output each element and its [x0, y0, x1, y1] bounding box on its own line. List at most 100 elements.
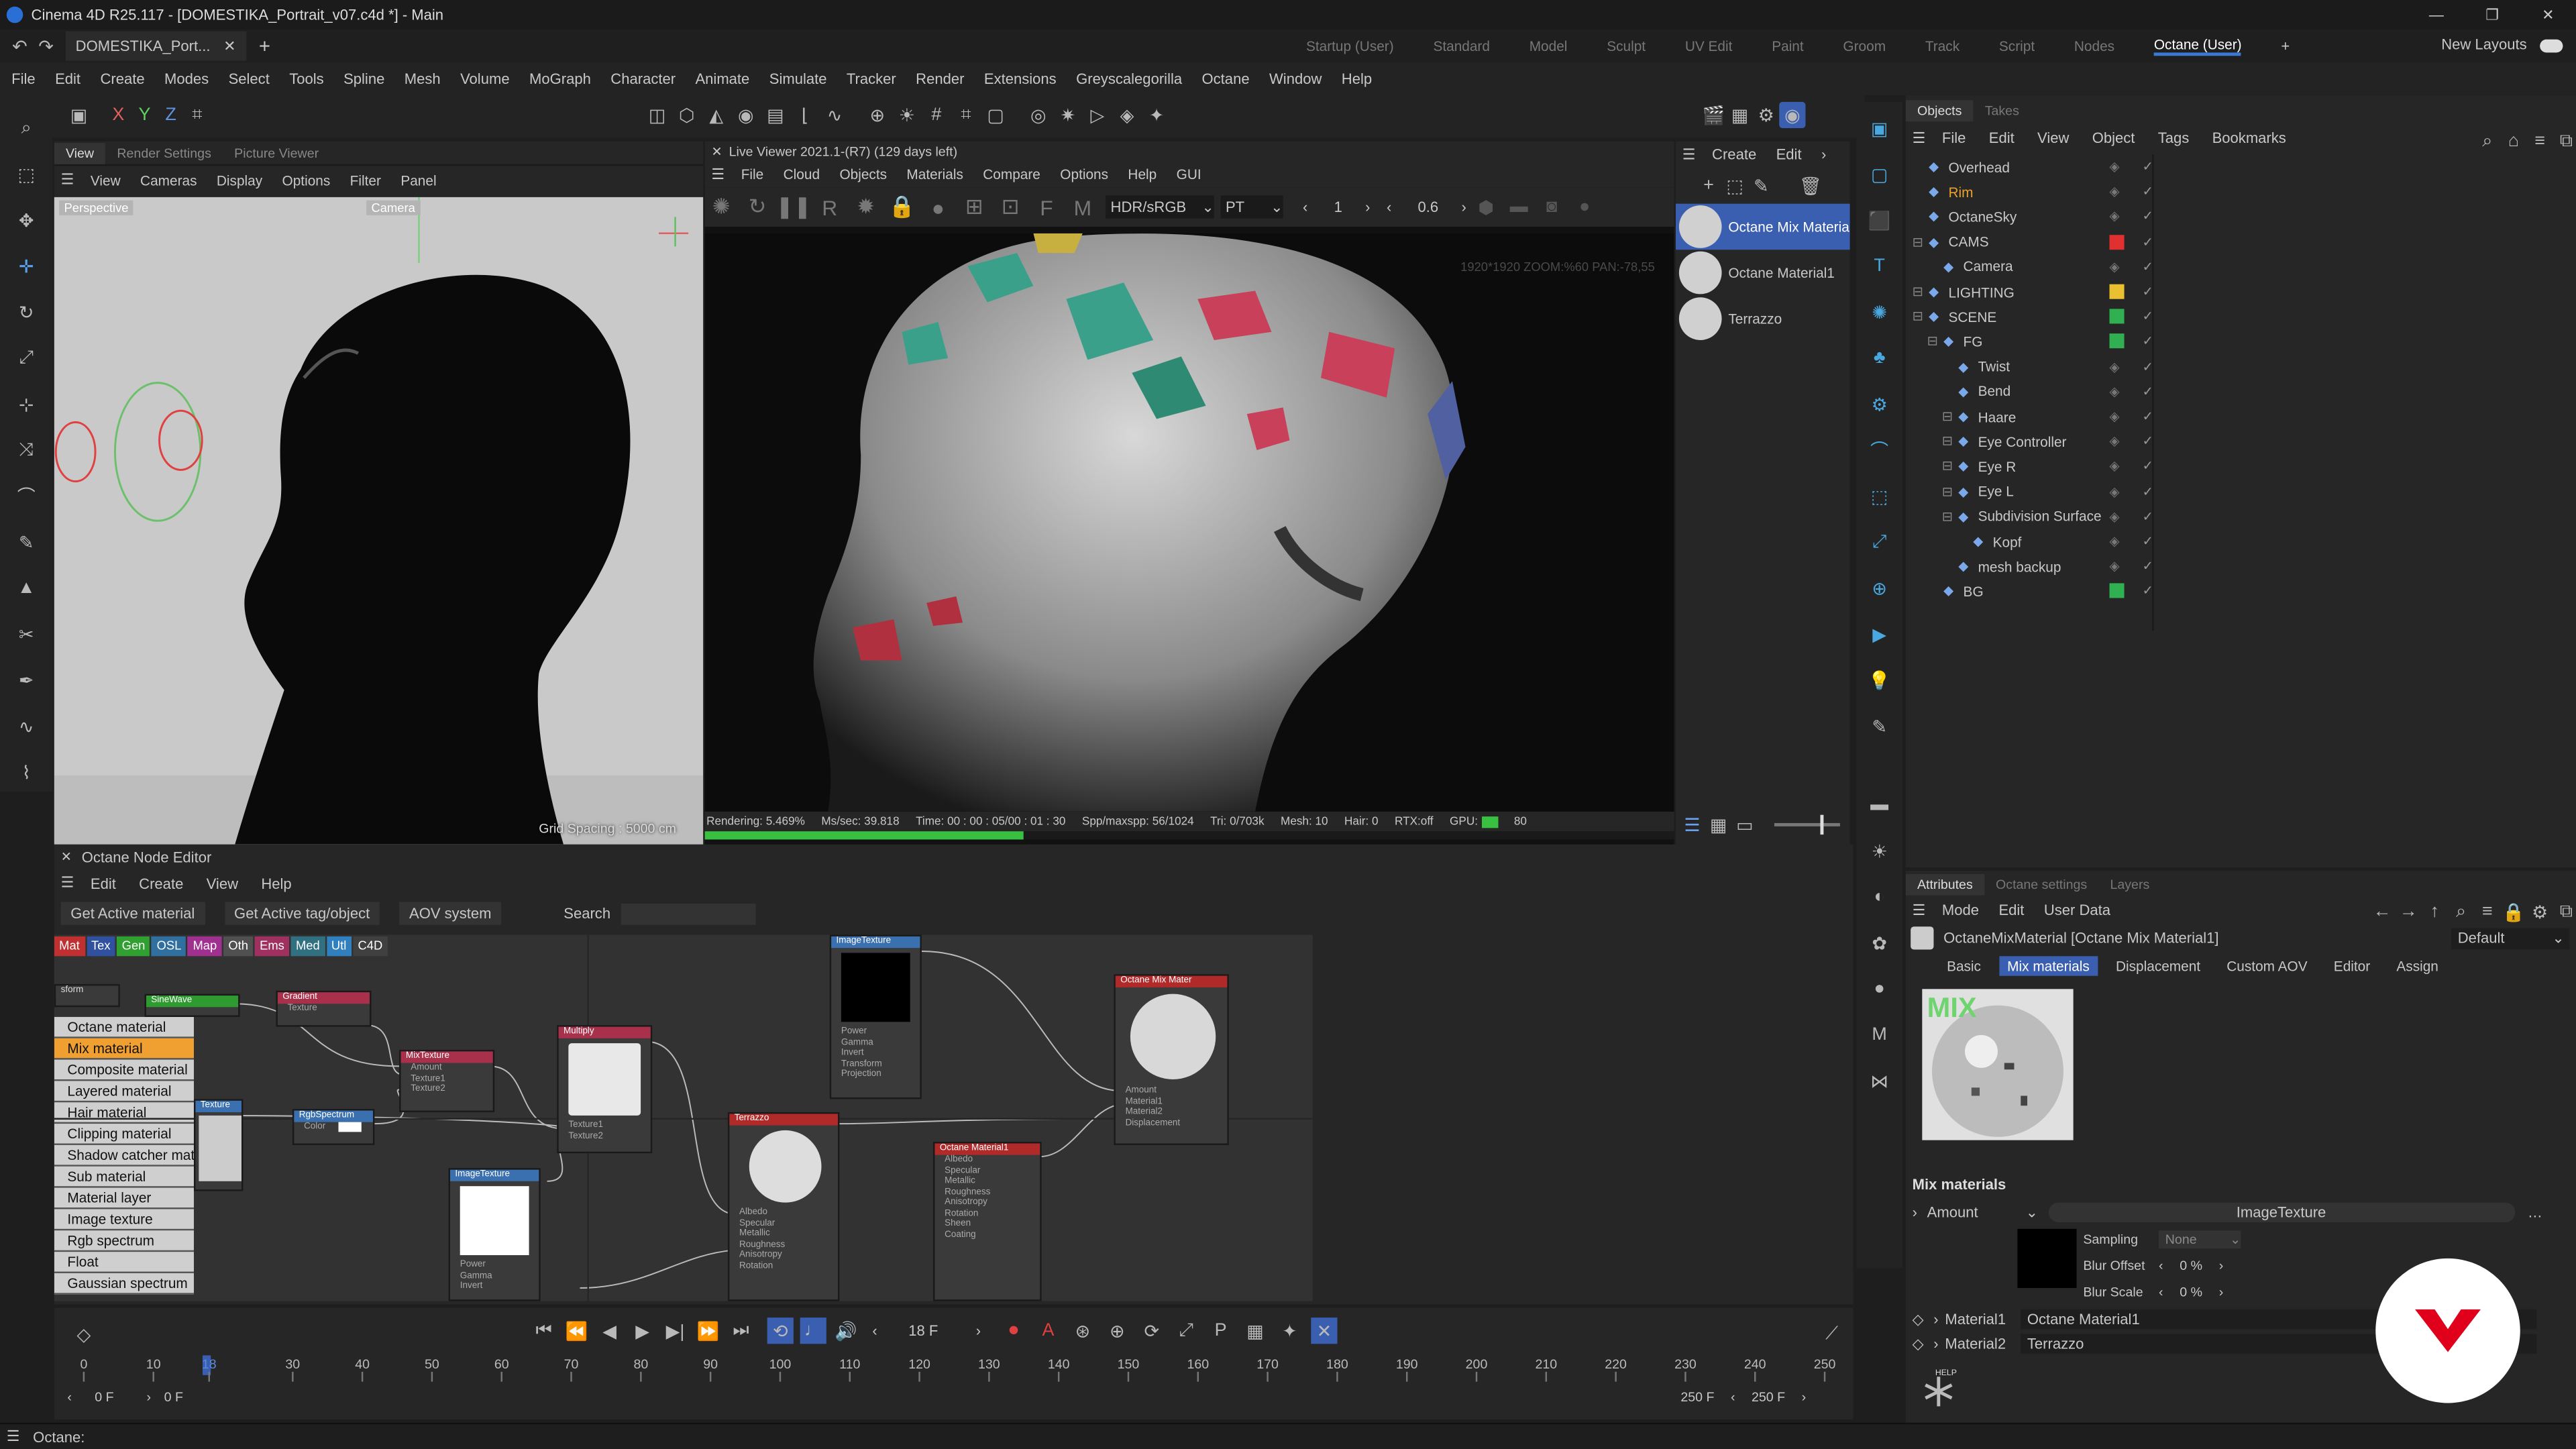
expand-icon[interactable]: ›	[1933, 1336, 1938, 1352]
render-region-icon[interactable]: ◫	[644, 102, 670, 128]
document-tab[interactable]: DOMESTIKA_Port... ✕	[65, 31, 246, 61]
material-item[interactable]: Terrazzo	[1676, 296, 1850, 342]
knife-icon[interactable]: ✂	[13, 621, 40, 647]
objects-menu-item[interactable]: Tags	[2158, 129, 2190, 146]
object-row[interactable]: ◆ Camera ◈ ✓	[1906, 254, 2576, 279]
grid2-icon[interactable]: ⌗	[953, 102, 979, 128]
lasso-icon[interactable]: ⌒	[13, 483, 40, 509]
menu-item[interactable]: Simulate	[769, 70, 827, 87]
workplane-icon[interactable]: ▢	[983, 102, 1009, 128]
node-imagetexture-1[interactable]: ImageTexture Power Gamma Invert Transform Pro…	[829, 934, 922, 1099]
minimize-icon[interactable]: —	[2408, 7, 2464, 23]
add-region-icon[interactable]: ⊞	[961, 194, 987, 220]
visibility-icon[interactable]: ◈	[2110, 160, 2120, 174]
material-item[interactable]: Octane Mix Materia	[1675, 203, 1850, 250]
node-editor-button[interactable]: Get Active tag/object	[224, 902, 380, 925]
live-viewer-menu-item[interactable]: Cloud	[784, 166, 820, 182]
new-window-icon[interactable]: ⧉	[2553, 899, 2576, 925]
panel-icon[interactable]: ▣	[1866, 115, 1892, 141]
sound-icon[interactable]: 🔊	[833, 1318, 859, 1344]
node-octane-material1[interactable]: Octane Material1 Albedo Specular Metallic Ro…	[933, 1142, 1042, 1301]
maximize-icon[interactable]: ❐	[2464, 6, 2520, 24]
blur-offset-field[interactable]: 0 %	[2163, 1258, 2219, 1273]
increment-icon[interactable]: ›	[2219, 1258, 2224, 1273]
thumbnail-size-slider[interactable]	[1774, 814, 1840, 835]
hamburger-icon[interactable]: ☰	[61, 171, 74, 189]
live-viewer-close-icon[interactable]: ✕	[711, 144, 722, 158]
delete-icon[interactable]: 🗑	[1797, 172, 1823, 199]
sphere-icon[interactable]: ◉	[733, 102, 759, 128]
material-icon[interactable]: M	[1069, 194, 1095, 220]
object-row[interactable]: ◆ Bend ◈ ✓	[1906, 379, 2576, 404]
node-editor-menu-item[interactable]: Help	[261, 875, 291, 891]
object-row[interactable]: ◆ mesh backup ◈ ✓	[1906, 554, 2576, 579]
menu-item[interactable]: Volume	[460, 70, 510, 87]
coord-system-icon[interactable]: ⌗	[184, 102, 210, 128]
frame-icon[interactable]: ⬚	[1866, 483, 1892, 509]
layer-color-badge[interactable]	[2109, 584, 2125, 599]
new-tab-icon[interactable]: +	[259, 34, 270, 57]
expand-icon[interactable]: ⊟	[1942, 434, 1958, 449]
scale-key-icon[interactable]: ⤢	[1173, 1318, 1199, 1344]
live-viewer-menu-item[interactable]: Options	[1060, 166, 1108, 182]
menu-item[interactable]: Edit	[55, 70, 80, 87]
node-editor-menu-item[interactable]: View	[207, 875, 238, 891]
menu-item[interactable]: Create	[100, 70, 144, 87]
object-row[interactable]: ⊟◆CAMS◈✓	[1906, 229, 2576, 254]
visibility-icon[interactable]: ◈	[2110, 484, 2120, 498]
x-axis-icon[interactable]: X	[105, 102, 131, 128]
large-view-icon[interactable]: ▭	[1731, 812, 1758, 838]
search-icon[interactable]: ⌕	[2448, 899, 2474, 925]
region-icon[interactable]: R	[816, 194, 843, 220]
object-row[interactable]: ◆ OctaneSky ◈ ✓	[1906, 205, 2576, 229]
layout-tab[interactable]: Groom	[1843, 38, 1886, 54]
light-bulb-icon[interactable]: 💡	[1866, 667, 1892, 693]
objects-menu-item[interactable]: File	[1942, 129, 1966, 146]
menu-item[interactable]: Render	[916, 70, 964, 87]
object-row[interactable]: ◆BG◈✓	[1906, 579, 2576, 604]
rotate-icon[interactable]: ↻	[13, 299, 40, 325]
scale-icon[interactable]: ⤢	[13, 345, 40, 371]
chevron-down-icon[interactable]: ⌄	[2026, 1203, 2038, 1222]
menu-item[interactable]: Character	[610, 70, 676, 87]
viewport-menu-item[interactable]: Cameras	[140, 172, 197, 188]
viewport-tab[interactable]: Picture Viewer	[223, 142, 330, 164]
decrement-icon[interactable]: ‹	[1303, 199, 1307, 215]
preview-end-field[interactable]: 250 F	[1680, 1390, 1714, 1405]
layer-color-badge[interactable]	[2109, 309, 2125, 324]
hamburger-icon[interactable]: ☰	[1913, 129, 1926, 147]
sculpt-icon[interactable]: ⌇	[13, 759, 40, 785]
paint-icon[interactable]: ▲	[13, 575, 40, 601]
model-mode-icon[interactable]: ▣	[66, 102, 92, 128]
live-viewer-menu-item[interactable]: GUI	[1177, 166, 1201, 182]
next-arrow-icon[interactable]: ›	[976, 1322, 981, 1338]
hex-icon[interactable]: ⬢	[1473, 194, 1499, 220]
pause-icon[interactable]: ❚❚	[775, 194, 811, 220]
node-sinewave[interactable]: SineWave	[144, 994, 240, 1017]
position-key-icon[interactable]: ⊕	[1104, 1318, 1130, 1344]
preview-start-field[interactable]: 0 F	[164, 1390, 183, 1405]
node-editor-close-icon[interactable]: ✕	[61, 849, 72, 864]
settings-icon[interactable]: ⚙	[1866, 391, 1892, 417]
menu-item[interactable]: Window	[1269, 70, 1322, 87]
viewport-menu-item[interactable]: Panel	[400, 172, 436, 188]
record-icon[interactable]: ⏺	[1000, 1318, 1026, 1344]
start-frame-field[interactable]: 0 F	[95, 1390, 113, 1405]
camera-icon[interactable]: ▶	[1866, 621, 1892, 647]
attributes-tab[interactable]: Layers	[2098, 873, 2161, 895]
menu-item[interactable]: Select	[229, 70, 270, 87]
dope-icon[interactable]: ✕	[1311, 1318, 1338, 1344]
grid-view-icon[interactable]: ▦	[1705, 812, 1731, 838]
key-selection-icon[interactable]: ⊛	[1069, 1318, 1095, 1344]
spline-pen-icon[interactable]: ∿	[13, 713, 40, 739]
layout-tab[interactable]: Octane (User)	[2153, 36, 2242, 56]
visibility-icon[interactable]: ◈	[2110, 434, 2120, 449]
menu-item[interactable]: Help	[1342, 70, 1372, 87]
menu-item[interactable]: MoGraph	[529, 70, 591, 87]
node-rgbspectrum[interactable]: RgbSpectrum Color	[292, 1109, 375, 1145]
viewport-menu-item[interactable]: View	[91, 172, 121, 188]
expand-icon[interactable]: ⊟	[1913, 309, 1929, 324]
attributes-tab[interactable]: Octane settings	[1984, 873, 2098, 895]
attributes-menu-item[interactable]: Mode	[1942, 902, 1979, 918]
menu-item[interactable]: Extensions	[984, 70, 1057, 87]
